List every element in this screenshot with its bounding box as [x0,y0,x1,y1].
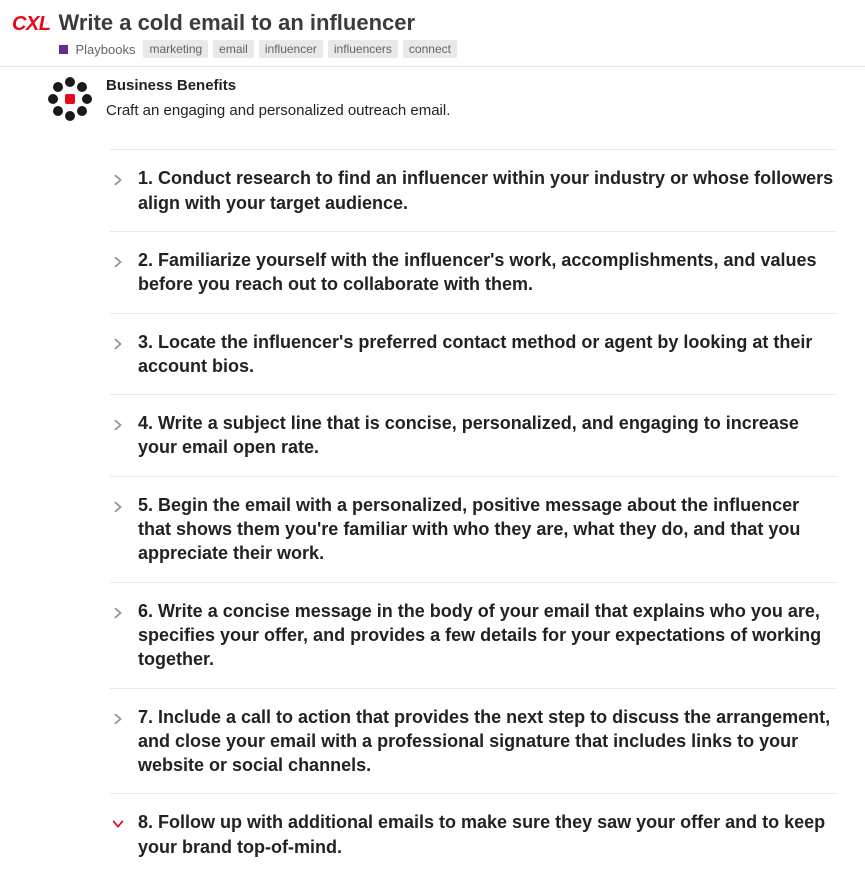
step-item[interactable]: 7. Include a call to action that provide… [110,688,837,794]
chevron-right-icon[interactable] [110,172,126,188]
page-title: Write a cold email to an influencer [59,10,854,36]
steps-list: 1. Conduct research to find an influence… [110,149,837,875]
step-text: 7. Include a call to action that provide… [138,705,837,778]
step-item[interactable]: 2. Familiarize yourself with the influen… [110,231,837,313]
step-item[interactable]: 8. Follow up with additional emails to m… [110,793,837,875]
tag[interactable]: email [213,40,254,58]
step-text: 4. Write a subject line that is concise,… [138,411,837,460]
chevron-right-icon[interactable] [110,499,126,515]
step-text: 2. Familiarize yourself with the influen… [138,248,837,297]
author-block: Business Benefits Craft an engaging and … [48,67,837,139]
chevron-right-icon[interactable] [110,336,126,352]
tags-list: marketing email influencer influencers c… [143,40,456,58]
benefits-heading: Business Benefits [106,77,450,94]
step-text: 6. Write a concise message in the body o… [138,599,837,672]
tag[interactable]: influencer [259,40,323,58]
benefits-description: Craft an engaging and personalized outre… [106,102,450,119]
step-item[interactable]: 6. Write a concise message in the body o… [110,582,837,688]
chevron-right-icon[interactable] [110,254,126,270]
avatar[interactable] [48,77,92,121]
step-text: 5. Begin the email with a personalized, … [138,493,837,566]
step-text: 3. Locate the influencer's preferred con… [138,330,837,379]
step-item[interactable]: 3. Locate the influencer's preferred con… [110,313,837,395]
step-item[interactable]: 1. Conduct research to find an influence… [110,149,837,231]
tag[interactable]: connect [403,40,457,58]
tag[interactable]: marketing [143,40,208,58]
step-item[interactable]: 4. Write a subject line that is concise,… [110,394,837,476]
step-text: 8. Follow up with additional emails to m… [138,810,837,859]
tag[interactable]: influencers [328,40,398,58]
chevron-down-icon[interactable] [110,816,126,832]
chevron-right-icon[interactable] [110,417,126,433]
header: CXL Write a cold email to an influencer … [0,0,865,67]
category-color-swatch [59,45,68,54]
step-item[interactable]: 5. Begin the email with a personalized, … [110,476,837,582]
step-text: 1. Conduct research to find an influence… [138,166,837,215]
chevron-right-icon[interactable] [110,605,126,621]
chevron-right-icon[interactable] [110,711,126,727]
logo[interactable]: CXL [12,10,51,36]
category-name[interactable]: Playbooks [76,42,136,57]
breadcrumb: Playbooks marketing email influencer inf… [59,40,854,58]
